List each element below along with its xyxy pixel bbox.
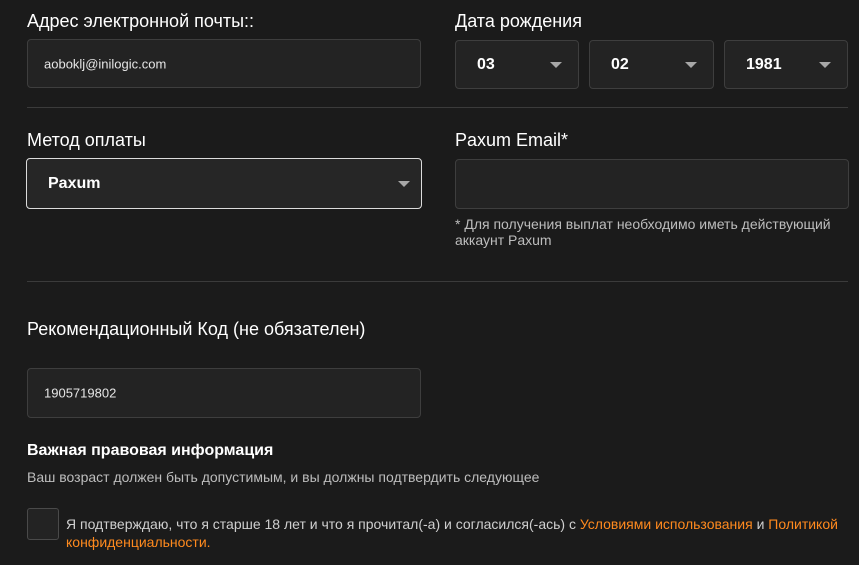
divider (27, 107, 848, 108)
chevron-down-icon (398, 180, 410, 187)
birth-month-select[interactable]: 02 (589, 40, 714, 89)
terms-link[interactable]: Условиями использования (580, 516, 753, 532)
paxum-email-field[interactable] (455, 159, 849, 209)
paxum-hint: * Для получения выплат необходимо иметь … (455, 216, 831, 248)
birth-year-select[interactable]: 1981 (724, 40, 848, 89)
birth-year-value: 1981 (746, 55, 782, 73)
birthdate-label: Дата рождения (455, 11, 582, 31)
registration-form: Адрес электронной почты:: aoboklj@inilog… (0, 0, 859, 565)
chevron-down-icon (550, 61, 562, 68)
referral-code-field[interactable]: 1905719802 (27, 368, 421, 418)
chevron-down-icon (685, 61, 697, 68)
consent-period: . (206, 534, 211, 550)
payment-method-select[interactable]: Paxum (26, 158, 422, 209)
birth-day-select[interactable]: 03 (455, 40, 579, 89)
email-label: Адрес электронной почты:: (27, 11, 255, 31)
payment-method-value: Paxum (48, 174, 101, 192)
divider (27, 281, 848, 282)
consent-and: и (752, 516, 769, 532)
email-value: aoboklj@inilogic.com (44, 56, 167, 71)
referral-code-label: Рекомендационный Код (не обязателен) (27, 319, 366, 339)
paxum-email-label: Paxum Email* (455, 130, 569, 150)
birth-month-value: 02 (611, 55, 629, 73)
birth-day-value: 03 (477, 55, 495, 73)
age-consent-checkbox[interactable] (27, 508, 59, 540)
consent-prefix: Я подтверждаю, что я старше 18 лет и что… (66, 516, 580, 532)
legal-subtitle: Ваш возраст должен быть допустимым, и вы… (27, 469, 540, 485)
legal-title: Важная правовая информация (27, 442, 274, 459)
payment-method-label: Метод оплаты (27, 130, 146, 150)
consent-text: Я подтверждаю, что я старше 18 лет и что… (66, 515, 846, 551)
email-field[interactable]: aoboklj@inilogic.com (27, 39, 421, 88)
chevron-down-icon (819, 61, 831, 68)
referral-code-value: 1905719802 (44, 385, 117, 401)
